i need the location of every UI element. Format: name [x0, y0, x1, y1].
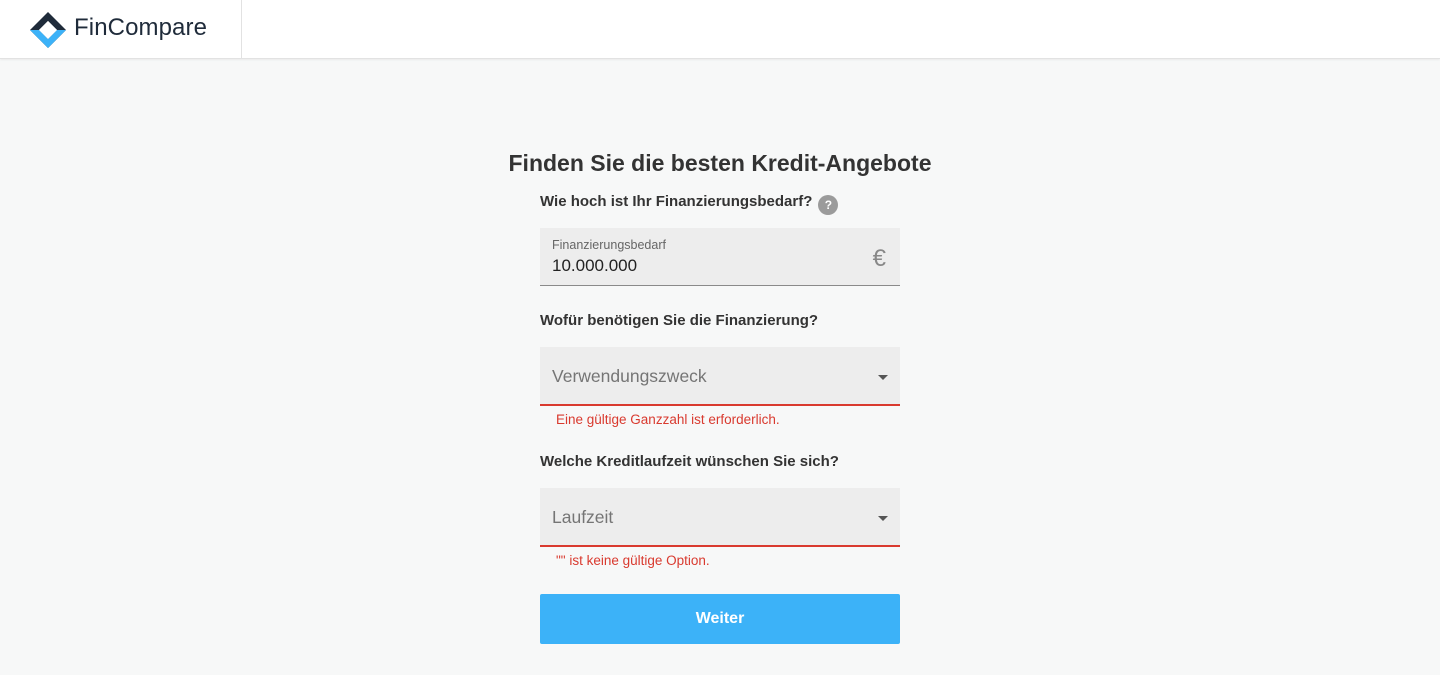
chevron-down-icon [878, 375, 888, 380]
help-icon[interactable]: ? [818, 195, 839, 215]
submit-button[interactable]: Weiter [540, 594, 900, 644]
term-error: "" ist keine gültige Option. [556, 553, 710, 568]
brand-name: FinCompare [74, 14, 208, 41]
purpose-error: Eine gültige Ganzzahl ist erforderlich. [556, 412, 780, 427]
term-placeholder: Laufzeit [552, 507, 614, 527]
fincompare-logo-icon [30, 12, 66, 48]
top-header: FinCompare [0, 0, 1440, 59]
purpose-select[interactable]: Verwendungszweck [540, 347, 900, 406]
chevron-down-icon [878, 516, 888, 521]
amount-question: Wie hoch ist Ihr Finanzierungsbedarf?? [540, 193, 839, 215]
amount-field[interactable]: Finanzierungsbedarf € [540, 228, 900, 286]
term-select[interactable]: Laufzeit [540, 488, 900, 547]
amount-field-label: Finanzierungsbedarf [552, 238, 666, 252]
amount-question-label: Wie hoch ist Ihr Finanzierungsbedarf? [540, 193, 813, 210]
purpose-placeholder: Verwendungszweck [552, 366, 707, 386]
amount-input[interactable] [552, 256, 852, 276]
euro-icon: € [872, 245, 886, 272]
term-question: Welche Kreditlaufzeit wünschen Sie sich? [540, 453, 839, 470]
logo-link[interactable]: FinCompare [0, 0, 242, 59]
purpose-question: Wofür benötigen Sie die Finanzierung? [540, 312, 819, 329]
page-title: Finden Sie die besten Kredit-Angebote [508, 150, 932, 176]
